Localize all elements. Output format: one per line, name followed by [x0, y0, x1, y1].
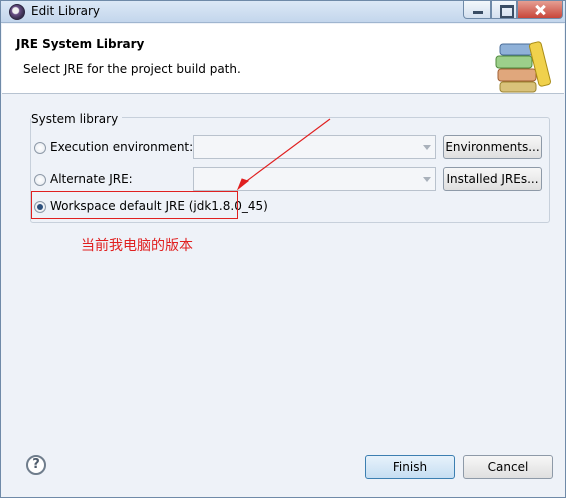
window-title: Edit Library [31, 4, 101, 18]
header-title: JRE System Library [16, 37, 145, 51]
environments-button[interactable]: Environments... [443, 135, 542, 159]
cancel-button[interactable]: Cancel [463, 455, 553, 479]
dialog-header: JRE System Library Select JRE for the pr… [2, 24, 564, 94]
annotation-text: 当前我电脑的版本 [81, 238, 193, 254]
finish-button[interactable]: Finish [365, 455, 455, 479]
annotation-highlight-box [31, 191, 238, 219]
chevron-down-icon [423, 145, 431, 150]
installed-jres-button[interactable]: Installed JREs... [443, 167, 542, 191]
alternate-jre-combo[interactable] [193, 167, 436, 191]
dialog-body: System library Execution environment: En… [2, 95, 564, 495]
minimize-icon[interactable] [463, 1, 491, 19]
eclipse-app-icon [9, 4, 25, 20]
chevron-down-icon [423, 177, 431, 182]
header-description: Select JRE for the project build path. [23, 62, 241, 76]
help-icon[interactable]: ? [26, 455, 46, 475]
alternate-jre-label: Alternate JRE: [50, 172, 133, 186]
system-library-label: System library [31, 112, 123, 126]
alternate-jre-radio[interactable] [34, 174, 46, 186]
execution-environment-radio[interactable] [34, 142, 46, 154]
close-icon[interactable] [517, 1, 563, 19]
library-books-icon [495, 41, 552, 93]
execution-environment-combo[interactable] [193, 135, 436, 159]
execution-environment-label: Execution environment: [50, 140, 194, 154]
maximize-icon[interactable] [491, 1, 517, 19]
edit-library-dialog: Edit Library JRE System Library Select J… [0, 0, 566, 498]
title-bar[interactable]: Edit Library [1, 1, 565, 23]
